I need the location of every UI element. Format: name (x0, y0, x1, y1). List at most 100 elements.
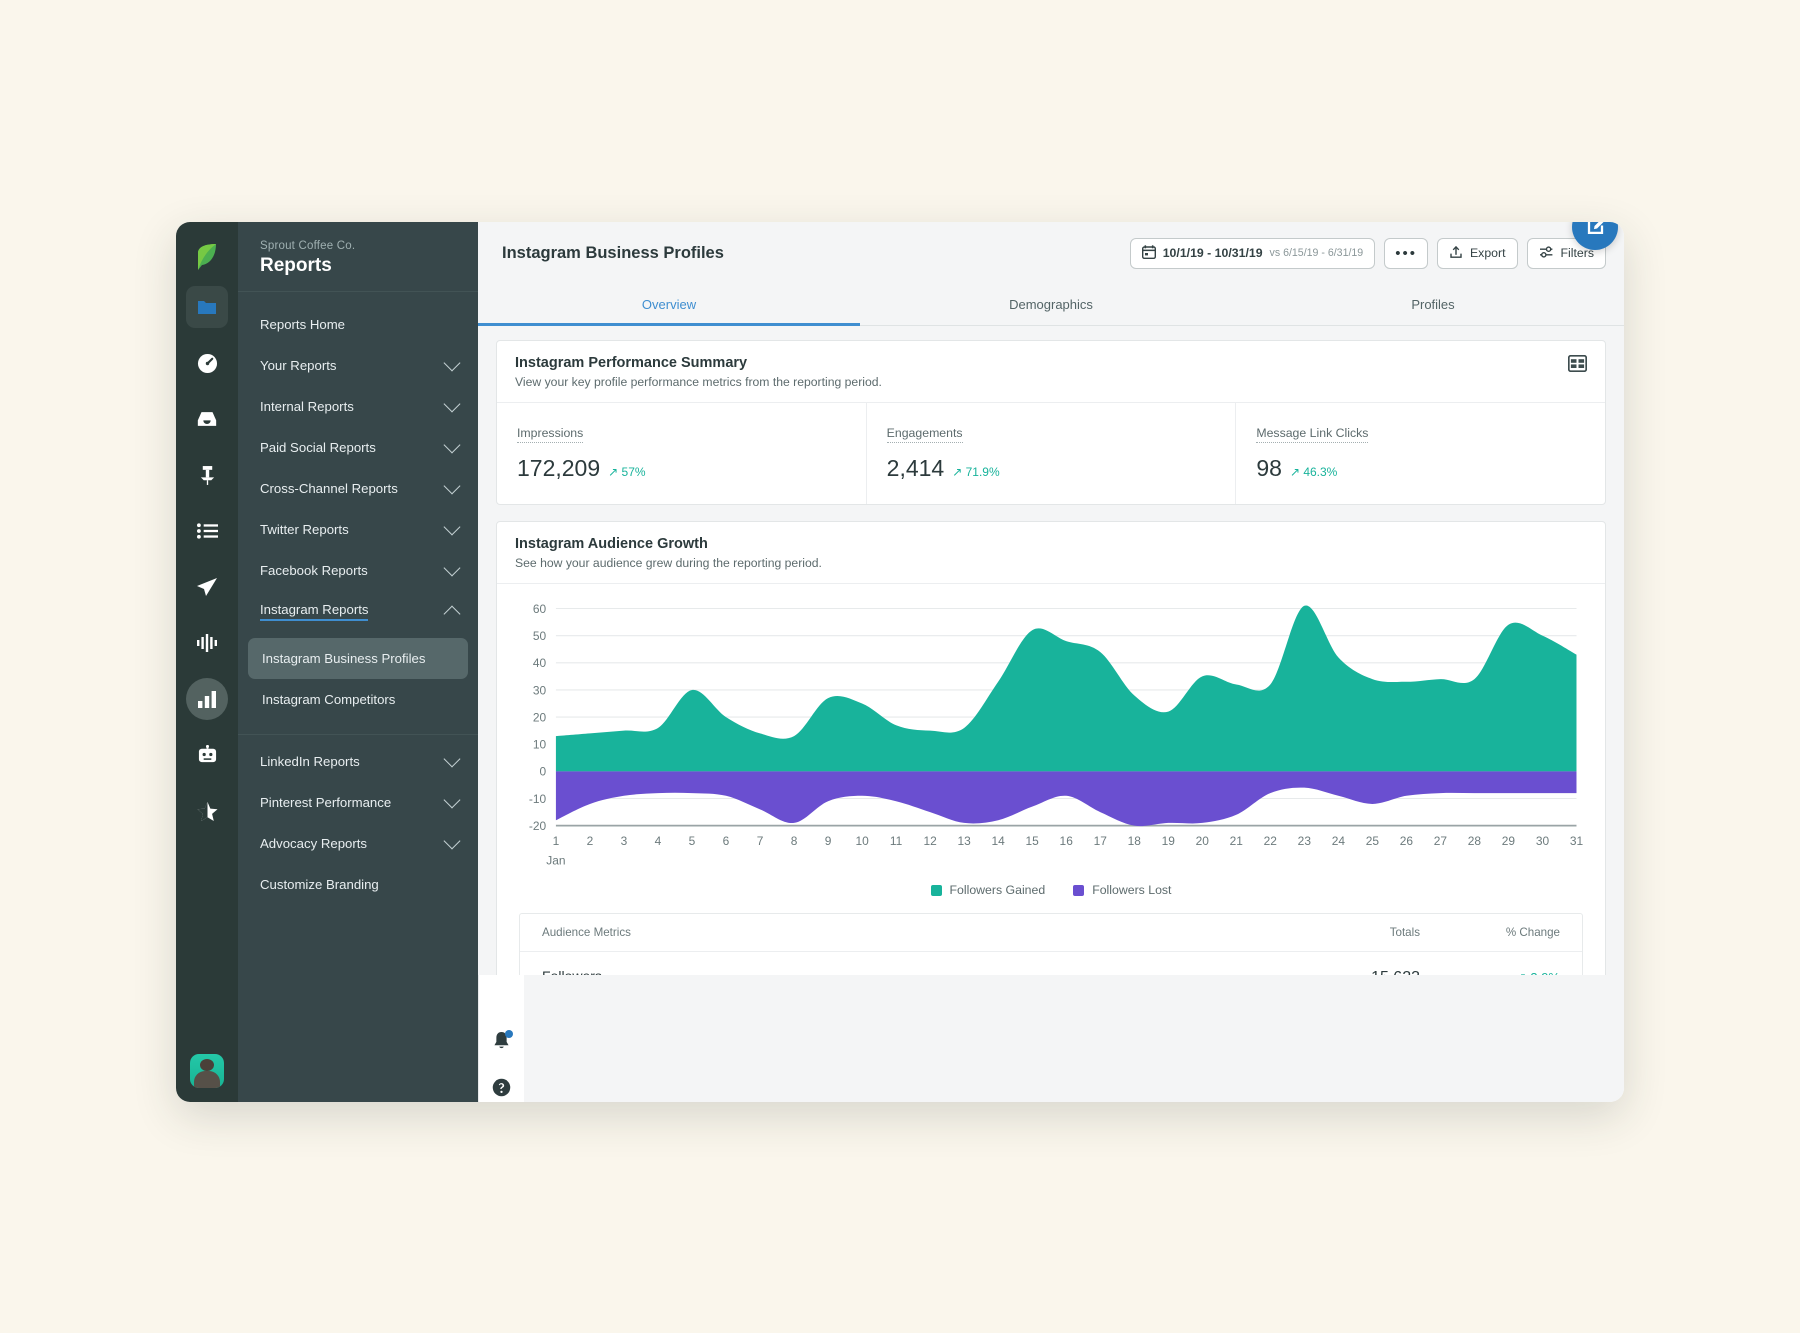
sidebar-item-paid-social-reports[interactable]: Paid Social Reports (238, 427, 478, 468)
kpi-label[interactable]: Message Link Clicks (1256, 426, 1369, 443)
kpi-engagements: Engagements 2,414 ↗ 71.9% (867, 403, 1237, 504)
notifications-button[interactable] (492, 1030, 513, 1056)
x-axis-tick: 3 (621, 834, 628, 848)
bot-icon[interactable] (186, 734, 228, 776)
chart-svg: 6050403020100-10-201 2 3 4 5 6 7 8 9 10 11 12 13 14 15… (529, 602, 1583, 868)
y-axis-tick: 30 (533, 683, 547, 697)
list-icon[interactable] (186, 510, 228, 552)
column-header-metric: Audience Metrics (542, 926, 631, 940)
scroll-area[interactable]: Instagram Performance Summary View your … (478, 326, 1624, 975)
chevron-down-icon (443, 477, 461, 495)
org-name: Sprout Coffee Co. (260, 240, 356, 252)
chart-legend: Followers Gained Followers Lost (497, 879, 1605, 913)
sidebar-item-advocacy-reports[interactable]: Advocacy Reports (238, 823, 478, 864)
sidebar-item-facebook-reports[interactable]: Facebook Reports (238, 550, 478, 591)
tab-profiles[interactable]: Profiles (1242, 284, 1624, 325)
nav-header: Sprout Coffee Co. Reports (238, 222, 478, 292)
sidebar-item-instagram-reports[interactable]: Instagram Reports (238, 591, 478, 632)
legend-item-followers-lost[interactable]: Followers Lost (1073, 883, 1171, 897)
card-title: Instagram Performance Summary (515, 355, 748, 371)
y-axis-tick: 0 (540, 765, 547, 779)
page-title: Instagram Business Profiles (502, 243, 724, 262)
kpi-value-row: 2,414 ↗ 71.9% (887, 455, 1216, 482)
sidebar-subitem-instagram-business-profiles[interactable]: Instagram Business Profiles (248, 638, 468, 680)
publish-paperplane-icon[interactable] (186, 566, 228, 608)
audience-growth-card: Instagram Audience Growth See how your a… (496, 521, 1606, 975)
sidebar-item-twitter-reports[interactable]: Twitter Reports (238, 509, 478, 550)
tab-overview[interactable]: Overview (478, 284, 860, 326)
sidebar-item-cross-channel-reports[interactable]: Cross-Channel Reports (238, 468, 478, 509)
legend-item-followers-gained[interactable]: Followers Gained (930, 883, 1045, 897)
upload-icon (1449, 245, 1463, 262)
table-cell-total: 15,623 (1240, 969, 1420, 975)
help-button[interactable] (492, 1078, 511, 1102)
x-axis-tick: 8 (791, 834, 798, 848)
topbar: Instagram Business Profiles 10/1/19 - 10… (478, 222, 1624, 284)
kpi-value: 2,414 (886, 455, 945, 481)
x-axis-tick: 29 (1502, 834, 1516, 848)
date-range-picker[interactable]: 10/1/19 - 10/31/19 vs 6/15/19 - 6/31/19 (1129, 237, 1376, 269)
x-axis-tick: 10 (855, 834, 869, 848)
export-button[interactable]: Export (1436, 237, 1518, 269)
kpi-label[interactable]: Engagements (886, 426, 963, 443)
table-view-icon[interactable] (1567, 354, 1588, 377)
kpi-label[interactable]: Impressions (517, 426, 584, 443)
legend-swatch (1073, 884, 1085, 896)
nav-list: Reports Home Your Reports Internal Repor… (238, 292, 478, 1102)
card-subtitle: See how your audience grew during the re… (515, 556, 822, 570)
avatar[interactable] (190, 1054, 224, 1088)
sidebar-item-your-reports[interactable]: Your Reports (238, 345, 478, 386)
sidebar-item-reports-home[interactable]: Reports Home (238, 304, 478, 345)
sidebar-item-label: Instagram Reports (260, 602, 369, 621)
sidebar-item-label: Facebook Reports (260, 563, 368, 578)
column-header-totals: Totals (1389, 926, 1420, 940)
sidebar-subitem-instagram-competitors[interactable]: Instagram Competitors (248, 679, 468, 720)
more-options-button[interactable]: ••• (1384, 237, 1428, 269)
sprout-leaf-logo-icon[interactable] (176, 232, 238, 286)
icon-rail (176, 222, 238, 1102)
instagram-reports-submenu: Instagram Business Profiles Instagram Co… (238, 632, 478, 731)
inbox-icon[interactable] (186, 398, 228, 440)
sidebar-item-customize-branding[interactable]: Customize Branding (238, 864, 478, 905)
x-axis-tick: 1 (553, 834, 560, 848)
x-axis-tick: 31 (1570, 834, 1583, 848)
tab-demographics[interactable]: Demographics (860, 284, 1242, 325)
kpi-value: 172,209 (517, 455, 601, 481)
kpi-delta: ↗ 57% (608, 465, 646, 479)
x-axis-tick: 2 (587, 834, 594, 848)
x-axis-tick: 16 (1060, 834, 1074, 848)
metric-name[interactable]: Followers (542, 968, 602, 975)
x-axis-tick: 19 (1162, 834, 1176, 848)
app-window: Sprout Coffee Co. Reports Reports Home Y… (176, 222, 1624, 1102)
chevron-down-icon (443, 354, 461, 372)
kpi-message-link-clicks: Message Link Clicks 98 ↗ 46.3% (1236, 403, 1605, 504)
listening-waveform-icon[interactable] (186, 622, 228, 664)
column-header-change: % Change (1505, 926, 1560, 940)
card-title: Instagram Audience Growth (515, 536, 708, 552)
x-axis-tick: 28 (1468, 834, 1482, 848)
compose-pencil-icon (1585, 222, 1606, 240)
date-range-value: 10/1/19 - 10/31/19 (1162, 246, 1263, 260)
star-icon[interactable] (186, 790, 228, 832)
reports-bar-chart-icon[interactable] (186, 678, 228, 720)
sidebar-item-internal-reports[interactable]: Internal Reports (238, 386, 478, 427)
pin-icon[interactable] (186, 454, 228, 496)
sidebar-item-pinterest-performance[interactable]: Pinterest Performance (238, 782, 478, 823)
x-axis-tick: 24 (1332, 834, 1346, 848)
kpi-value-row: 172,209 ↗ 57% (517, 455, 846, 482)
dashboard-gauge-icon[interactable] (186, 342, 228, 384)
x-axis-tick: 6 (723, 834, 730, 848)
chevron-down-icon (443, 436, 461, 454)
sidebar-item-label: Cross-Channel Reports (260, 481, 398, 496)
folder-icon[interactable] (186, 286, 228, 328)
y-axis-tick: -10 (529, 792, 547, 806)
chevron-up-icon (443, 605, 461, 622)
x-axis-tick: 7 (757, 834, 764, 848)
sidebar-item-linkedin-reports[interactable]: LinkedIn Reports (238, 741, 478, 782)
x-axis-tick: 4 (655, 834, 662, 848)
notification-dot (505, 1030, 513, 1038)
y-axis-tick: -20 (529, 819, 547, 833)
chevron-down-icon (443, 750, 461, 768)
chevron-down-icon (443, 395, 461, 413)
kpi-delta: ↗ 71.9% (952, 465, 1000, 479)
